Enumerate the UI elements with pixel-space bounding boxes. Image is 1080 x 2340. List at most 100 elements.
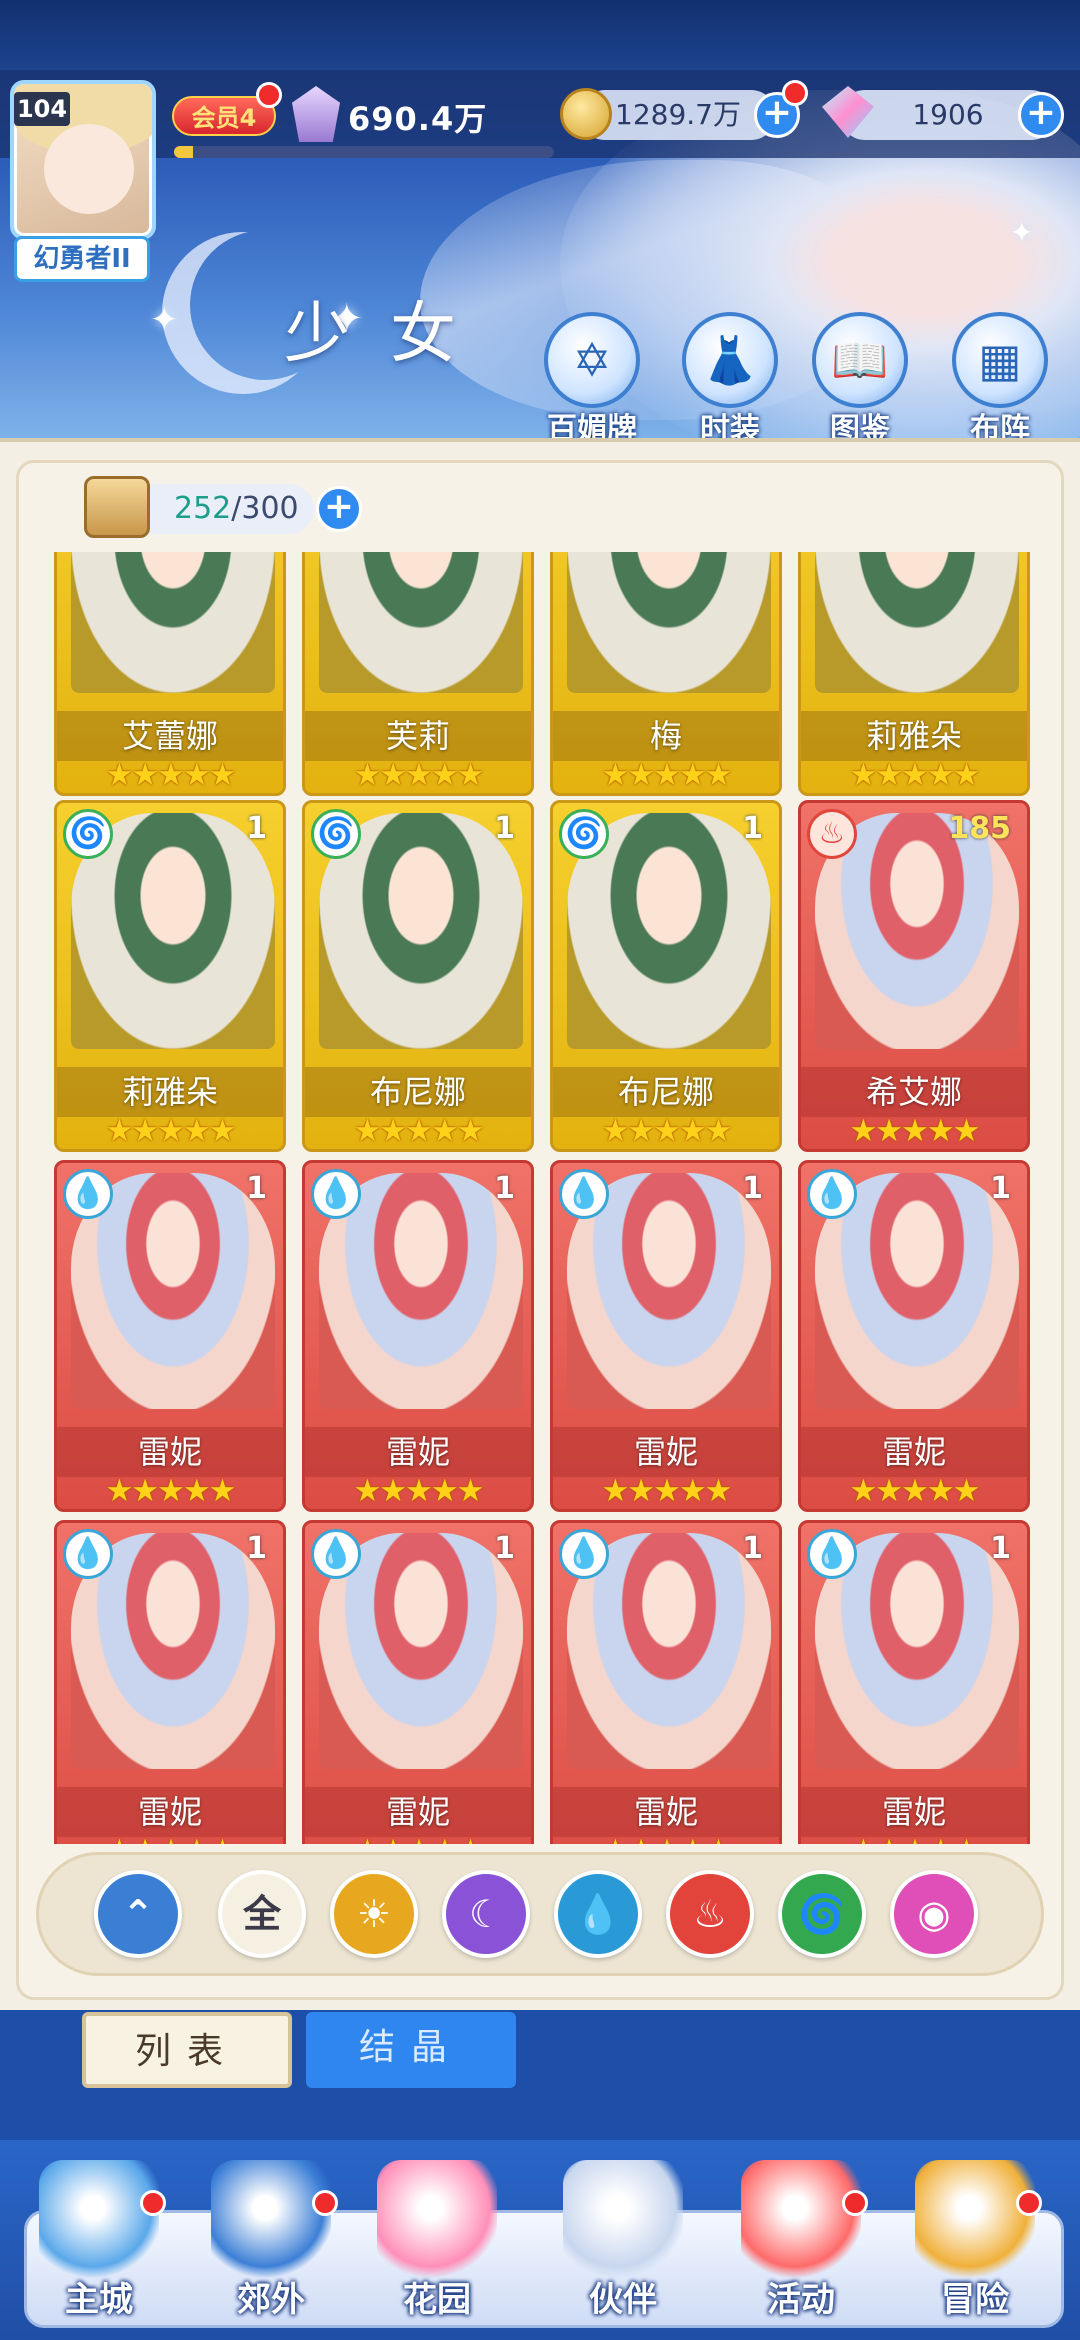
- hero-card[interactable]: 芙莉 ★★★★★: [302, 552, 534, 796]
- exp-bar: [174, 146, 554, 158]
- hero-name: 雷妮: [553, 1427, 779, 1477]
- card-count: 1: [742, 1531, 763, 1566]
- hero-name: 莉雅朵: [57, 1067, 283, 1117]
- hero-portrait: [71, 552, 275, 693]
- nav-4-button[interactable]: 活动: [726, 2160, 876, 2320]
- wind-element-icon: 🌀: [559, 809, 609, 859]
- hero-portrait: [319, 552, 523, 693]
- hero-portrait: [567, 552, 771, 693]
- hero-card[interactable]: 🌀 1 布尼娜 ★★★★★: [550, 800, 782, 1152]
- notification-dot: [140, 2190, 166, 2216]
- star-rating: ★★★★★: [849, 757, 981, 793]
- hero-card[interactable]: 💧 1 雷妮★★★★★: [54, 1160, 286, 1512]
- card-count: 1: [742, 1171, 763, 1206]
- hero-name: 芙莉: [305, 711, 531, 761]
- menu-card-deck-button[interactable]: ✡ 百媚牌: [532, 312, 652, 448]
- filter-wind-button[interactable]: 🌀: [778, 1870, 866, 1958]
- nav-2-button[interactable]: 花园: [362, 2160, 512, 2320]
- star-rating: ★★★★★: [849, 1473, 981, 1509]
- water-element-icon: 💧: [311, 1169, 361, 1219]
- star-rating: ★★★★★: [601, 1473, 733, 1509]
- nav-3-button[interactable]: 伙伴: [548, 2160, 698, 2320]
- hero-card[interactable]: 💧 1 雷妮★★★★★: [302, 1160, 534, 1512]
- filter-rank-button[interactable]: ⌃: [94, 1870, 182, 1958]
- card-grid[interactable]: 艾蕾娜 ★★★★★ 芙莉 ★★★★★ 梅 ★★★★★ 莉雅朵 ★★★★★ 🌀 1 莉雅朵 ★★★★★ 🌀…: [50, 552, 1034, 1844]
- nav-1-button[interactable]: 郊外: [196, 2160, 346, 2320]
- notification-dot: [312, 2190, 338, 2216]
- card-count: 1: [990, 1531, 1011, 1566]
- hero-card[interactable]: ♨ 185 希艾娜 ★★★★★: [798, 800, 1030, 1152]
- nav-label: 活动: [767, 2280, 835, 2320]
- hero-name: 雷妮: [801, 1787, 1027, 1837]
- filter-fire-button[interactable]: ♨: [666, 1870, 754, 1958]
- nav-icon: [563, 2160, 683, 2280]
- hero-card[interactable]: 💧 1 雷妮★★★★★: [798, 1520, 1030, 1844]
- hero-card[interactable]: 💧 1 雷妮★★★★★: [302, 1520, 534, 1844]
- hero-card[interactable]: 梅 ★★★★★: [550, 552, 782, 796]
- expand-inventory-button[interactable]: +: [316, 486, 362, 532]
- filter-water-button[interactable]: 💧: [554, 1870, 642, 1958]
- filter-all-button[interactable]: 全: [218, 1870, 306, 1958]
- hero-name: 雷妮: [305, 1787, 531, 1837]
- menu-outfit-button[interactable]: 👗 时装: [670, 312, 790, 448]
- menu-book-button[interactable]: 📖 图鉴: [800, 312, 920, 448]
- hero-card[interactable]: 🌀 1 布尼娜 ★★★★★: [302, 800, 534, 1152]
- tab-crystal[interactable]: 结晶: [306, 2012, 516, 2088]
- star-rating: ★★★★★: [553, 1833, 779, 1844]
- nav-label: 伙伴: [589, 2280, 657, 2320]
- notification-dot: [256, 82, 282, 108]
- nav-0-button[interactable]: 主城: [24, 2160, 174, 2320]
- star-rating: ★★★★★: [305, 1833, 531, 1844]
- player-title-badge[interactable]: 幻勇者II: [14, 236, 150, 282]
- hero-name: 雷妮: [305, 1427, 531, 1477]
- add-gem-button[interactable]: +: [1018, 92, 1064, 138]
- nav-icon: [211, 2160, 331, 2280]
- hero-name: 布尼娜: [553, 1067, 779, 1117]
- water-element-icon: 💧: [807, 1529, 857, 1579]
- gold-coin-icon: [560, 88, 612, 140]
- hero-name: 雷妮: [57, 1787, 283, 1837]
- combat-power-value: 690.4万: [348, 100, 488, 138]
- card-count: 1: [494, 1171, 515, 1206]
- tab-list[interactable]: 列表: [82, 2012, 292, 2088]
- filter-heart-button[interactable]: ◉: [890, 1870, 978, 1958]
- star-rating: ★★★★★: [353, 1473, 485, 1509]
- hero-card[interactable]: 莉雅朵 ★★★★★: [798, 552, 1030, 796]
- star-rating: ★★★★★: [353, 757, 485, 793]
- water-element-icon: 💧: [311, 1529, 361, 1579]
- wind-element-icon: 🌀: [311, 809, 361, 859]
- hero-card[interactable]: 💧 1 雷妮★★★★★: [550, 1520, 782, 1844]
- hero-name: 雷妮: [801, 1427, 1027, 1477]
- star-rating: ★★★★★: [105, 757, 237, 793]
- filter-light-button[interactable]: ☀: [330, 1870, 418, 1958]
- card-count: 185: [948, 811, 1011, 846]
- menu-formation-button[interactable]: ▦ 布阵: [940, 312, 1060, 448]
- card-count: 1: [246, 1171, 267, 1206]
- nav-5-button[interactable]: 冒险: [900, 2160, 1050, 2320]
- nav-icon: [915, 2160, 1035, 2280]
- hero-portrait: [815, 552, 1019, 693]
- hero-name: 雷妮: [553, 1787, 779, 1837]
- water-element-icon: 💧: [559, 1169, 609, 1219]
- card-deck-icon: ✡: [544, 312, 640, 408]
- nav-label: 花园: [403, 2280, 471, 2320]
- filter-dark-button[interactable]: ☾: [442, 1870, 530, 1958]
- hero-card[interactable]: 🌀 1 莉雅朵 ★★★★★: [54, 800, 286, 1152]
- player-level: 104: [14, 92, 70, 126]
- sparkle-icon: ✦: [1010, 216, 1034, 249]
- card-count: 1: [494, 1531, 515, 1566]
- hero-card[interactable]: 💧 1 雷妮★★★★★: [54, 1520, 286, 1844]
- hero-card[interactable]: 💧 1 雷妮★★★★★: [798, 1160, 1030, 1512]
- inventory-max: /300: [231, 491, 299, 526]
- page-title: 少女: [284, 295, 496, 372]
- inventory-current: 252: [174, 491, 232, 526]
- card-count: 1: [494, 811, 515, 846]
- water-element-icon: 💧: [559, 1529, 609, 1579]
- nav-label: 郊外: [237, 2280, 305, 2320]
- card-count: 1: [990, 1171, 1011, 1206]
- hero-card[interactable]: 艾蕾娜 ★★★★★: [54, 552, 286, 796]
- nav-label: 主城: [65, 2280, 133, 2320]
- nav-icon: [741, 2160, 861, 2280]
- hero-card[interactable]: 💧 1 雷妮★★★★★: [550, 1160, 782, 1512]
- hero-name: 梅: [553, 711, 779, 761]
